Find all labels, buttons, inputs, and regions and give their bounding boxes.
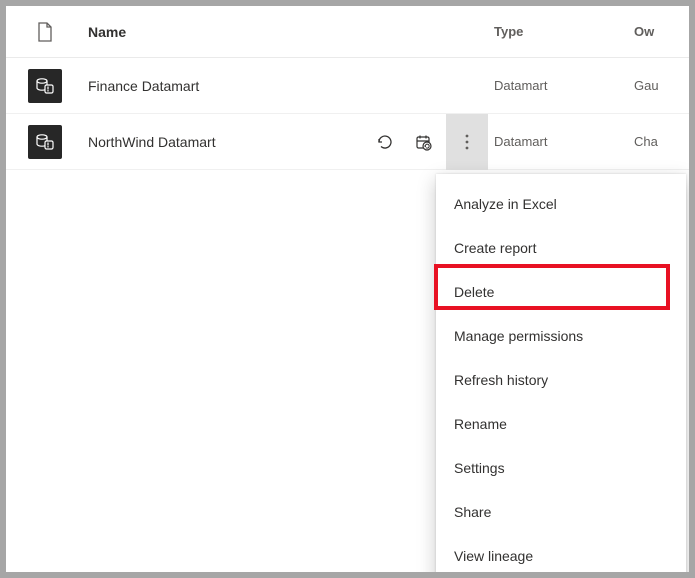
row-owner: Gau	[634, 78, 689, 93]
header-type[interactable]: Type	[494, 24, 634, 39]
row-name[interactable]: NorthWind Datamart	[84, 134, 354, 150]
menu-item-rename[interactable]: Rename	[436, 402, 686, 446]
menu-item-analyze-in-excel[interactable]: Analyze in Excel	[436, 182, 686, 226]
menu-item-share[interactable]: Share	[436, 490, 686, 534]
row-type: Datamart	[494, 78, 634, 93]
datamart-icon	[28, 69, 62, 103]
more-options-button[interactable]	[446, 114, 488, 170]
workspace-content-list: Name Type Ow Finance Datamart Datamart G…	[6, 6, 689, 572]
menu-item-view-lineage[interactable]: View lineage	[436, 534, 686, 572]
header-owner[interactable]: Ow	[634, 24, 689, 39]
menu-item-create-report[interactable]: Create report	[436, 226, 686, 270]
schedule-refresh-icon[interactable]	[408, 127, 438, 157]
header-name[interactable]: Name	[84, 24, 354, 40]
header-icon-cell	[6, 21, 84, 43]
datamart-icon	[28, 125, 62, 159]
document-icon	[34, 21, 56, 43]
context-menu: Analyze in Excel Create report Delete Ma…	[436, 174, 686, 572]
menu-item-settings[interactable]: Settings	[436, 446, 686, 490]
menu-item-refresh-history[interactable]: Refresh history	[436, 358, 686, 402]
row-icon-cell	[6, 125, 84, 159]
refresh-icon[interactable]	[370, 127, 400, 157]
menu-item-manage-permissions[interactable]: Manage permissions	[436, 314, 686, 358]
row-icon-cell	[6, 69, 84, 103]
table-row[interactable]: NorthWind Datamart	[6, 114, 689, 170]
table-row[interactable]: Finance Datamart Datamart Gau	[6, 58, 689, 114]
row-actions	[354, 114, 494, 170]
row-name[interactable]: Finance Datamart	[84, 78, 354, 94]
row-owner: Cha	[634, 134, 689, 149]
menu-item-delete[interactable]: Delete	[436, 270, 686, 314]
table-header-row: Name Type Ow	[6, 6, 689, 58]
row-type: Datamart	[494, 134, 634, 149]
